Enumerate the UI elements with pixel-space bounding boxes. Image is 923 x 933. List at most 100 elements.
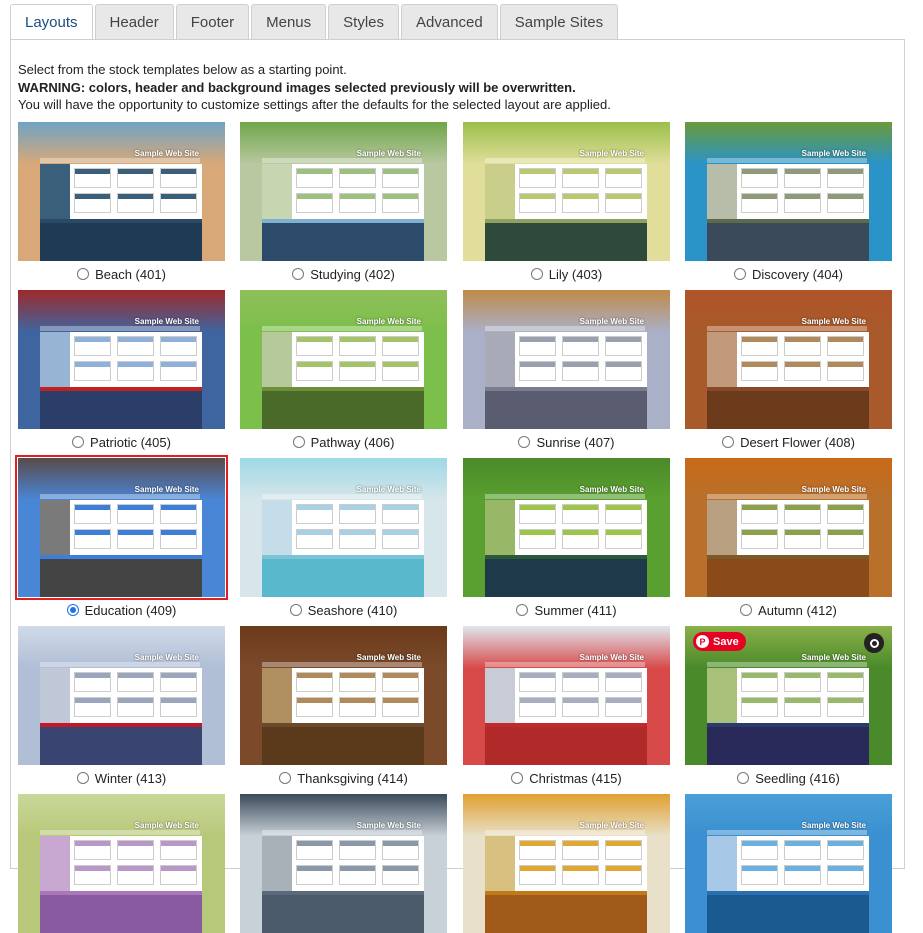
layout-label: Education (409) — [84, 602, 177, 618]
thumbnail-title: Sample Web Site — [801, 821, 866, 830]
radio-button[interactable] — [737, 772, 750, 784]
tab-advanced[interactable]: Advanced — [401, 4, 498, 39]
thumbnail-title: Sample Web Site — [579, 821, 644, 830]
radio-button[interactable] — [292, 436, 305, 448]
radio-button[interactable] — [279, 772, 292, 784]
layout-label: Beach (401) — [95, 266, 166, 282]
thumbnail-title: Sample Web Site — [356, 485, 421, 494]
thumbnail-title: Sample Web Site — [356, 653, 421, 662]
tab-sample-sites[interactable]: Sample Sites — [499, 4, 619, 39]
layout-thumbnail[interactable]: Sample Web Site — [463, 122, 670, 261]
layout-thumbnail[interactable]: Sample Web Site — [18, 626, 225, 765]
layout-radio-option[interactable]: Studying (402) — [240, 265, 447, 283]
layout-thumbnail[interactable]: Sample Web Site — [685, 794, 892, 933]
layout-thumbnail[interactable]: Sample Web Site — [240, 122, 447, 261]
layout-thumbnail[interactable]: Sample Web Site — [240, 794, 447, 933]
layout-label: Desert Flower (408) — [740, 434, 855, 450]
intro-line-1: Select from the stock templates below as… — [18, 62, 347, 77]
layout-label: Discovery (404) — [751, 266, 844, 282]
layout-thumbnail[interactable]: Sample Web Site — [15, 455, 228, 600]
layout-radio-option[interactable]: Discovery (404) — [685, 265, 892, 283]
layout-label: Christmas (415) — [529, 770, 622, 786]
radio-button[interactable] — [518, 436, 531, 448]
pinterest-save-button[interactable]: P Save — [693, 632, 746, 651]
tab-bar: Layouts Header Footer Menus Styles Advanced Sa… — [10, 4, 620, 40]
radio-button[interactable] — [76, 772, 89, 784]
layout-thumbnail[interactable]: Sample Web Site — [463, 626, 670, 765]
layout-thumbnail[interactable]: Sample Web Site — [463, 794, 670, 933]
layout-label: Patriotic (405) — [90, 434, 171, 450]
layout-radio-option[interactable]: Thanksgiving (414) — [240, 769, 447, 787]
thumbnail-title: Sample Web Site — [801, 317, 866, 326]
intro-warning: WARNING: colors, header and background i… — [18, 79, 576, 95]
radio-button[interactable] — [722, 436, 735, 448]
thumbnail-title: Sample Web Site — [134, 149, 199, 158]
thumbnail-title: Sample Web Site — [356, 149, 421, 158]
layout-label: Seashore (410) — [307, 602, 398, 618]
layout-label: Studying (402) — [310, 266, 395, 282]
thumbnail-title: Sample Web Site — [801, 653, 866, 662]
layout-thumbnail[interactable]: Sample Web Site — [463, 290, 670, 429]
layout-thumbnail[interactable]: Sample Web Site — [240, 458, 447, 597]
layout-thumbnail[interactable]: Sample Web Site — [685, 458, 892, 597]
thumbnail-title: Sample Web Site — [579, 149, 644, 158]
tab-styles[interactable]: Styles — [328, 4, 399, 39]
thumbnail-title: Sample Web Site — [801, 149, 866, 158]
thumbnail-title: Sample Web Site — [134, 821, 199, 830]
thumbnail-title: Sample Web Site — [801, 485, 866, 494]
layout-thumbnail[interactable]: Sample Web Site — [240, 290, 447, 429]
layout-thumbnail[interactable]: Sample Web Site — [463, 458, 670, 597]
layout-radio-option[interactable]: Desert Flower (408) — [685, 433, 892, 451]
thumbnail-title: Sample Web Site — [134, 653, 199, 662]
thumbnail-title: Sample Web Site — [579, 485, 644, 494]
layout-radio-option[interactable]: Lily (403) — [463, 265, 670, 283]
layout-thumbnail[interactable]: Sample Web Site — [685, 290, 892, 429]
layout-thumbnail[interactable]: Sample Web Site — [18, 794, 225, 933]
layout-label: Summer (411) — [534, 602, 617, 618]
radio-button[interactable] — [511, 772, 524, 784]
layout-thumbnail[interactable]: Sample Web Site — [240, 626, 447, 765]
layout-radio-option[interactable]: Seedling (416) — [685, 769, 892, 787]
radio-button[interactable] — [516, 604, 529, 616]
tab-layouts[interactable]: Layouts — [10, 4, 93, 40]
layout-radio-option[interactable]: Seashore (410) — [240, 601, 447, 619]
radio-button[interactable] — [289, 604, 302, 616]
layout-radio-option[interactable]: Sunrise (407) — [463, 433, 670, 451]
radio-button[interactable] — [530, 268, 543, 280]
pinterest-icon: P — [696, 635, 709, 648]
layout-label: Pathway (406) — [310, 434, 395, 450]
thumbnail-title: Sample Web Site — [134, 485, 199, 494]
radio-button[interactable] — [66, 604, 79, 616]
layout-label: Autumn (412) — [758, 602, 837, 618]
layout-thumbnail[interactable]: Sample Web Site — [685, 122, 892, 261]
tab-footer[interactable]: Footer — [175, 4, 250, 39]
radio-button[interactable] — [77, 268, 90, 280]
layout-radio-option[interactable]: Autumn (412) — [685, 601, 892, 619]
layout-label: Winter (413) — [94, 770, 167, 786]
pinterest-save-label: Save — [713, 635, 739, 648]
layout-radio-option[interactable]: Patriotic (405) — [18, 433, 225, 451]
layout-thumbnail[interactable]: Sample Web Site — [18, 122, 225, 261]
thumbnail-title: Sample Web Site — [134, 317, 199, 326]
layout-radio-option[interactable]: Education (409) — [18, 601, 225, 619]
tab-header[interactable]: Header — [94, 4, 174, 39]
tab-menus[interactable]: Menus — [251, 4, 327, 39]
layout-radio-option[interactable]: Pathway (406) — [240, 433, 447, 451]
layout-label: Seedling (416) — [755, 770, 840, 786]
layout-radio-option[interactable]: Beach (401) — [18, 265, 225, 283]
radio-button[interactable] — [733, 268, 746, 280]
layout-label: Thanksgiving (414) — [297, 770, 408, 786]
thumbnail-title: Sample Web Site — [356, 821, 421, 830]
thumbnail-title: Sample Web Site — [579, 317, 644, 326]
layout-radio-option[interactable]: Christmas (415) — [463, 769, 670, 787]
radio-button[interactable] — [292, 268, 305, 280]
layout-thumbnail[interactable]: Sample Web Site — [18, 290, 225, 429]
lens-search-icon[interactable] — [864, 633, 884, 653]
layout-radio-option[interactable]: Summer (411) — [463, 601, 670, 619]
radio-button[interactable] — [740, 604, 753, 616]
layout-label: Lily (403) — [548, 266, 603, 282]
thumbnail-title: Sample Web Site — [356, 317, 421, 326]
layout-radio-option[interactable]: Winter (413) — [18, 769, 225, 787]
radio-button[interactable] — [72, 436, 85, 448]
intro-line-3: You will have the opportunity to customi… — [18, 97, 611, 112]
